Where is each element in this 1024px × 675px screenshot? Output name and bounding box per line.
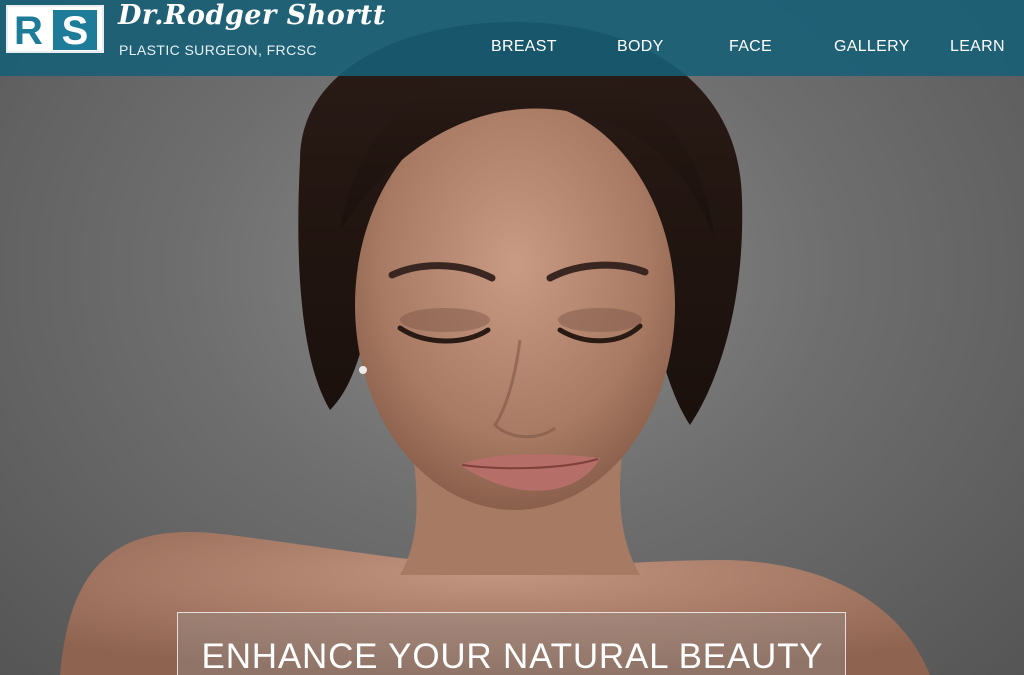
hero-banner: ENHANCE YOUR NATURAL BEAUTY [177, 612, 846, 675]
nav-item-breast[interactable]: BREAST [491, 38, 557, 56]
nav-item-body[interactable]: BODY [617, 38, 664, 56]
hero-image [60, 21, 930, 675]
page: R S Dr.Rodger Shortt PLASTIC SURGEON, FR… [0, 0, 1024, 675]
logo-letter-s: S [53, 10, 97, 52]
site-header: R S Dr.Rodger Shortt PLASTIC SURGEON, FR… [0, 0, 1024, 76]
nav-item-gallery[interactable]: GALLERY [834, 38, 910, 56]
logo[interactable]: R S [6, 5, 104, 53]
nav-item-face[interactable]: FACE [729, 38, 772, 56]
brand-subtitle: PLASTIC SURGEON, FRCSC [119, 42, 317, 58]
logo-letter-r: R [14, 9, 43, 53]
nav-item-learn[interactable]: LEARN [950, 38, 1005, 56]
brand-name[interactable]: Dr.Rodger Shortt [118, 0, 386, 31]
hero-headline: ENHANCE YOUR NATURAL BEAUTY [201, 637, 824, 675]
